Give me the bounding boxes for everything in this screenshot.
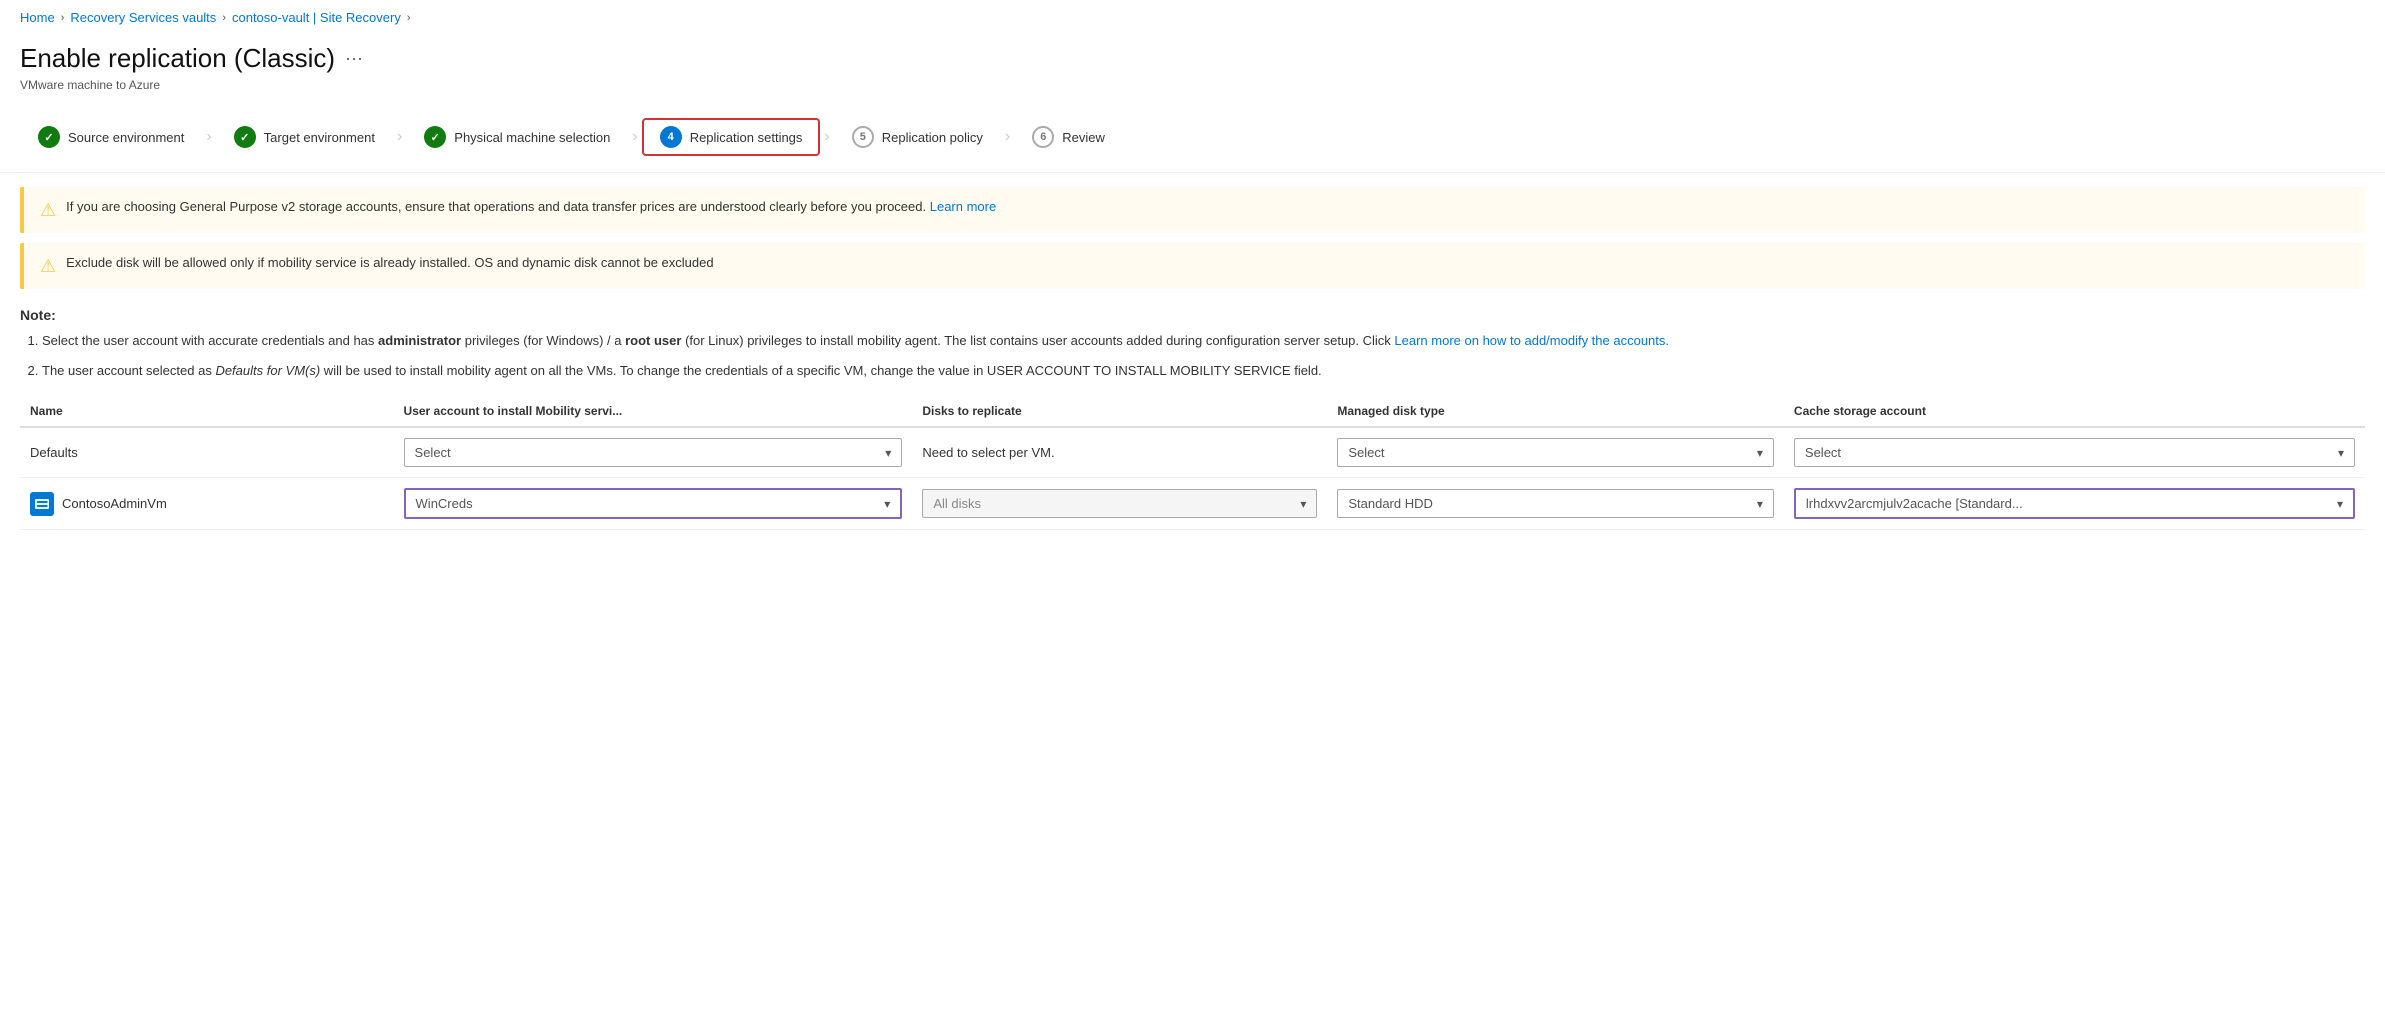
table-row: Defaults Select ▾ Need to select per VM.… xyxy=(20,427,2365,478)
page-title: Enable replication (Classic) ··· xyxy=(20,43,2365,74)
notes-list: Select the user account with accurate cr… xyxy=(20,331,2365,380)
defaults-label: Defaults xyxy=(30,445,78,460)
defaults-user-dropdown-arrow: ▾ xyxy=(885,446,891,460)
notes-title: Note: xyxy=(20,307,2365,323)
col-header-name: Name xyxy=(20,396,394,427)
defaults-cache-arrow: ▾ xyxy=(2338,446,2344,460)
step-physical-machine[interactable]: ✓ Physical machine selection xyxy=(406,118,628,156)
breadcrumb-vaults[interactable]: Recovery Services vaults xyxy=(70,10,216,25)
notes-section: Note: Select the user account with accur… xyxy=(20,307,2365,380)
defaults-disks-cell: Need to select per VM. xyxy=(912,427,1327,478)
alert-storage-link[interactable]: Learn more xyxy=(930,199,996,214)
defaults-disk-type-value: Select xyxy=(1348,445,1384,460)
vm-disk-type-dropdown[interactable]: Standard HDD ▾ xyxy=(1337,489,1774,518)
col-header-disk-type: Managed disk type xyxy=(1327,396,1784,427)
vm-name-cell: ContosoAdminVm xyxy=(20,478,394,530)
step-4-label: Replication settings xyxy=(690,130,803,145)
breadcrumb-sep-2: › xyxy=(222,12,226,24)
defaults-disks-text: Need to select per VM. xyxy=(922,445,1054,460)
breadcrumb-home[interactable]: Home xyxy=(20,10,55,25)
vm-cache-arrow: ▾ xyxy=(2337,497,2343,511)
step-5-label: Replication policy xyxy=(882,130,983,145)
col-header-user: User account to install Mobility servi..… xyxy=(394,396,913,427)
step-sep-3: › xyxy=(632,128,637,146)
alert-storage-text: If you are choosing General Purpose v2 s… xyxy=(66,199,996,214)
defaults-cache-value: Select xyxy=(1805,445,1841,460)
breadcrumb: Home › Recovery Services vaults › contos… xyxy=(0,0,2385,35)
vm-name-container: ContosoAdminVm xyxy=(30,492,384,516)
step-review[interactable]: 6 Review xyxy=(1014,118,1123,156)
alert-storage-warning: ⚠ If you are choosing General Purpose v2… xyxy=(20,187,2365,233)
defaults-cache-cell: Select ▾ xyxy=(1784,427,2365,478)
vm-disk-type-cell: Standard HDD ▾ xyxy=(1327,478,1784,530)
step-target-environment[interactable]: ✓ Target environment xyxy=(216,118,393,156)
more-options-icon[interactable]: ··· xyxy=(345,48,363,69)
breadcrumb-sep-1: › xyxy=(61,12,65,24)
vm-disk-type-arrow: ▾ xyxy=(1757,497,1763,511)
vm-user-dropdown-arrow: ▾ xyxy=(884,497,890,511)
col-header-disks: Disks to replicate xyxy=(912,396,1327,427)
warning-icon-2: ⚠ xyxy=(40,256,56,277)
step-replication-policy[interactable]: 5 Replication policy xyxy=(834,118,1001,156)
table-header: Name User account to install Mobility se… xyxy=(20,396,2365,427)
defaults-user-account-dropdown[interactable]: Select ▾ xyxy=(404,438,903,467)
step-source-environment[interactable]: ✓ Source environment xyxy=(20,118,202,156)
step-sep-4: › xyxy=(824,128,829,146)
col-header-cache: Cache storage account xyxy=(1784,396,2365,427)
vm-disks-value: All disks xyxy=(933,496,981,511)
defaults-name-cell: Defaults xyxy=(20,427,394,478)
step-sep-2: › xyxy=(397,128,402,146)
table-body: Defaults Select ▾ Need to select per VM.… xyxy=(20,427,2365,530)
vm-disk-type-value: Standard HDD xyxy=(1348,496,1433,511)
defaults-user-account-value: Select xyxy=(415,445,451,460)
breadcrumb-sep-3: › xyxy=(407,12,411,24)
vm-disks-dropdown[interactable]: All disks ▾ xyxy=(922,489,1317,518)
defaults-cache-dropdown[interactable]: Select ▾ xyxy=(1794,438,2355,467)
page-title-text: Enable replication (Classic) xyxy=(20,43,335,74)
vm-user-account-cell: WinCreds ▾ xyxy=(394,478,913,530)
page-subtitle: VMware machine to Azure xyxy=(20,78,2365,92)
vm-cache-dropdown[interactable]: lrhdxvv2arcmjulv2acache [Standard... ▾ xyxy=(1794,488,2355,519)
vm-cache-cell: lrhdxvv2arcmjulv2acache [Standard... ▾ xyxy=(1784,478,2365,530)
step-replication-settings[interactable]: 4 Replication settings xyxy=(642,118,821,156)
breadcrumb-vault-recovery[interactable]: contoso-vault | Site Recovery xyxy=(232,10,401,25)
defaults-disk-type-arrow: ▾ xyxy=(1757,446,1763,460)
alert-disk-warning: ⚠ Exclude disk will be allowed only if m… xyxy=(20,243,2365,289)
vm-name-label: ContosoAdminVm xyxy=(62,496,167,511)
warning-icon-1: ⚠ xyxy=(40,200,56,221)
vm-disks-arrow: ▾ xyxy=(1300,497,1306,511)
defaults-disk-type-cell: Select ▾ xyxy=(1327,427,1784,478)
step-sep-5: › xyxy=(1005,128,1010,146)
alert-disk-text: Exclude disk will be allowed only if mob… xyxy=(66,255,713,270)
step-2-label: Target environment xyxy=(264,130,375,145)
vm-disks-cell: All disks ▾ xyxy=(912,478,1327,530)
step-6-label: Review xyxy=(1062,130,1105,145)
vm-icon xyxy=(30,492,54,516)
vm-cache-value: lrhdxvv2arcmjulv2acache [Standard... xyxy=(1806,496,2023,511)
step-1-label: Source environment xyxy=(68,130,184,145)
step-3-circle: ✓ xyxy=(424,126,446,148)
table-row: ContosoAdminVm WinCreds ▾ All disks ▾ xyxy=(20,478,2365,530)
note-item-1: Select the user account with accurate cr… xyxy=(42,331,2365,351)
step-3-label: Physical machine selection xyxy=(454,130,610,145)
note-item-2: The user account selected as Defaults fo… xyxy=(42,361,2365,381)
step-2-circle: ✓ xyxy=(234,126,256,148)
vm-user-account-value: WinCreds xyxy=(416,496,473,511)
page-header: Enable replication (Classic) ··· VMware … xyxy=(0,35,2385,108)
step-1-circle: ✓ xyxy=(38,126,60,148)
step-5-circle: 5 xyxy=(852,126,874,148)
defaults-user-account-cell: Select ▾ xyxy=(394,427,913,478)
vm-user-account-dropdown[interactable]: WinCreds ▾ xyxy=(404,488,903,519)
step-sep-1: › xyxy=(206,128,211,146)
steps-bar: ✓ Source environment › ✓ Target environm… xyxy=(0,108,2385,173)
vm-table: Name User account to install Mobility se… xyxy=(20,396,2365,530)
step-4-circle: 4 xyxy=(660,126,682,148)
table-section: Name User account to install Mobility se… xyxy=(20,396,2365,530)
note-1-link[interactable]: Learn more on how to add/modify the acco… xyxy=(1394,333,1669,348)
step-6-circle: 6 xyxy=(1032,126,1054,148)
defaults-disk-type-dropdown[interactable]: Select ▾ xyxy=(1337,438,1774,467)
